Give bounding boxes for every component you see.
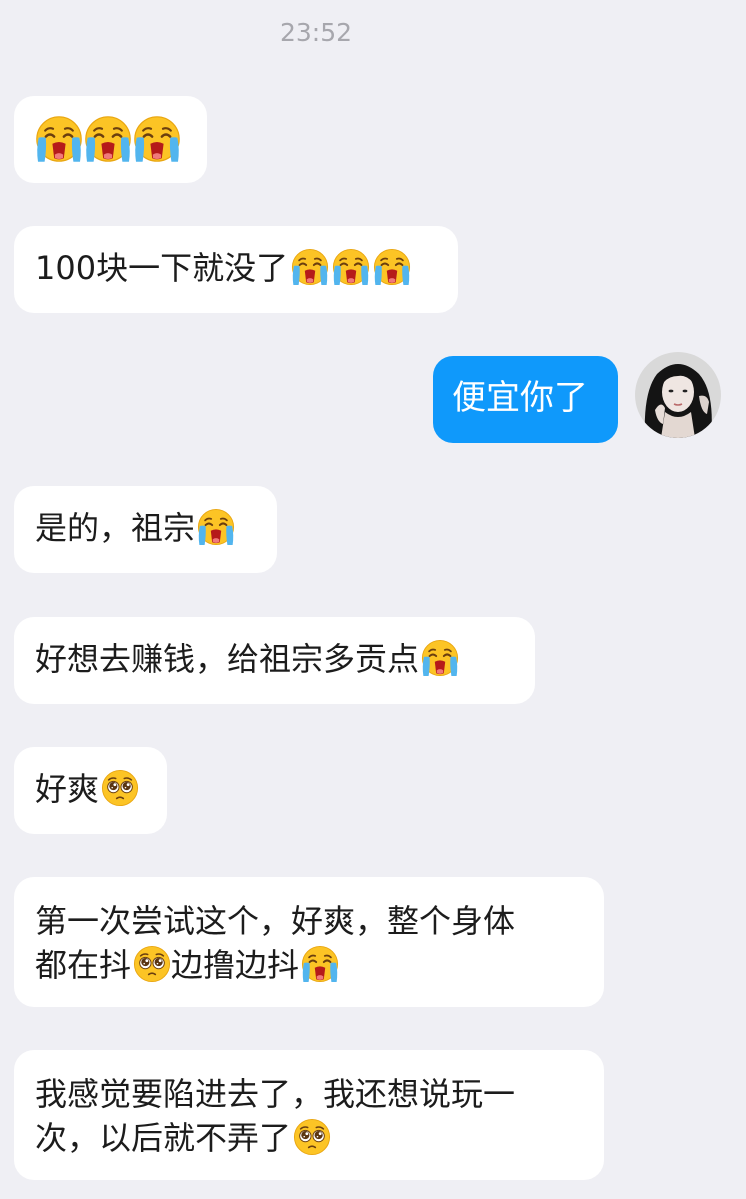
message-bubble[interactable]: 是的，祖宗 [14, 486, 277, 573]
avatar-image [635, 352, 721, 438]
message-text: 好想去赚钱，给祖宗多贡点 [35, 640, 420, 678]
message-text: 次，以后就不弄了 [35, 1119, 292, 1157]
pleading-face-icon [293, 1118, 331, 1156]
pleading-face-icon [133, 945, 171, 983]
message-line: 我感觉要陷进去了，我还想说玩一 [35, 1075, 516, 1113]
message-text: 是的，祖宗 [35, 509, 196, 547]
loudly-crying-face-icon [133, 115, 181, 163]
loudly-crying-face-icon [291, 248, 329, 286]
loudly-crying-face-icon [373, 248, 411, 286]
message-text: 100块一下就没了 [35, 249, 289, 287]
my-message-bubble[interactable]: 便宜你了 [433, 356, 618, 443]
message-timestamp: 23:52 [279, 18, 353, 47]
message-bubble[interactable]: 100块一下就没了 [14, 226, 458, 313]
message-bubble[interactable]: 好爽 [14, 747, 167, 834]
loudly-crying-face-icon [301, 945, 339, 983]
pleading-face-icon [101, 769, 139, 807]
message-bubble[interactable]: 我感觉要陷进去了，我还想说玩一 次，以后就不弄了 [14, 1050, 604, 1180]
message-text: 好爽 [35, 770, 100, 808]
loudly-crying-face-icon [421, 639, 459, 677]
message-bubble[interactable]: 好想去赚钱，给祖宗多贡点 [14, 617, 535, 704]
message-text: 都在抖 [35, 946, 132, 984]
message-text: 便宜你了 [452, 378, 588, 418]
user-avatar[interactable] [635, 352, 721, 438]
loudly-crying-face-icon [332, 248, 370, 286]
loudly-crying-face-icon [35, 115, 83, 163]
message-text: 边撸边抖 [171, 946, 300, 984]
loudly-crying-face-icon [197, 508, 235, 546]
message-line: 第一次尝试这个，好爽，整个身体 [35, 902, 516, 940]
message-bubble[interactable]: 第一次尝试这个，好爽，整个身体 都在抖 边撸边抖 [14, 877, 604, 1007]
loudly-crying-face-icon [84, 115, 132, 163]
message-line: 次，以后就不弄了 [35, 1116, 584, 1160]
message-bubble[interactable] [14, 96, 207, 183]
message-line: 都在抖 边撸边抖 [35, 943, 584, 987]
